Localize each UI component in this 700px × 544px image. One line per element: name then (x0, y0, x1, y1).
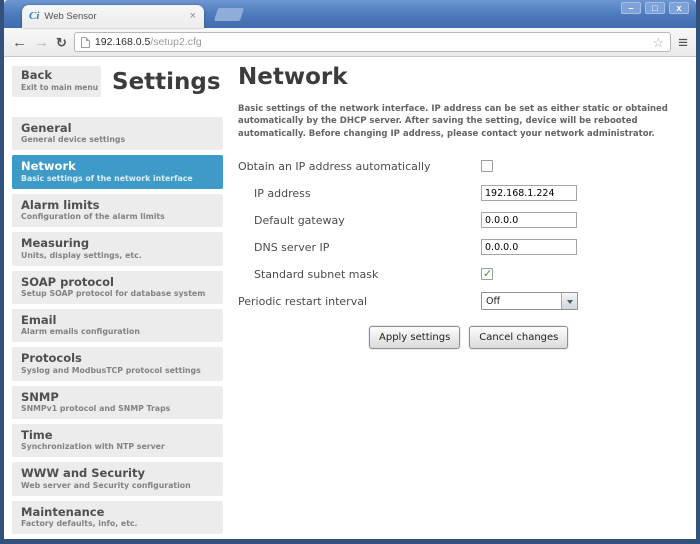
back-subtitle: Exit to main menu (21, 83, 92, 92)
url-text[interactable]: 192.168.0.5/setup2.cfg (95, 36, 202, 48)
sidebar-item-subtitle: Web server and Security configuration (21, 481, 214, 490)
sidebar-item-label: General (21, 121, 214, 135)
page-description: Basic settings of the network interface.… (238, 103, 700, 140)
sidebar-item-label: Alarm limits (21, 198, 214, 212)
url-host: 192.168.0.5 (95, 36, 150, 48)
sidebar-item-measuring[interactable]: Measuring Units, display settings, etc. (12, 232, 223, 265)
reload-icon[interactable]: ↻ (56, 36, 67, 49)
sidebar-item-subtitle: SNMPv1 protocol and SNMP Traps (21, 404, 214, 413)
sidebar-item-general[interactable]: General General device settings (12, 117, 223, 150)
sidebar-item-alarm-limits[interactable]: Alarm limits Configuration of the alarm … (12, 194, 223, 227)
sidebar-item-protocols[interactable]: Protocols Syslog and ModbusTCP protocol … (12, 347, 223, 380)
default-gateway-label: Default gateway (238, 214, 481, 227)
browser-tab[interactable]: Ci Web Sensor × (22, 5, 204, 28)
form-row-ip: IP address (238, 180, 700, 207)
apply-settings-button[interactable]: Apply settings (369, 326, 460, 349)
sidebar-item-time[interactable]: Time Synchronization with NTP server (12, 424, 223, 457)
dns-server-input[interactable] (481, 239, 577, 255)
default-gateway-input[interactable] (481, 212, 577, 228)
titlebar: Ci Web Sensor × – □ x (4, 0, 696, 28)
sidebar-item-subtitle: Setup SOAP protocol for database system (21, 289, 214, 298)
forward-icon: → (34, 35, 49, 50)
sidebar-item-network[interactable]: Network Basic settings of the network in… (12, 155, 223, 188)
cancel-changes-button[interactable]: Cancel changes (469, 326, 568, 349)
dhcp-checkbox[interactable] (481, 160, 493, 172)
form-row-dhcp: Obtain an IP address automatically (238, 153, 700, 180)
sidebar-item-label: Measuring (21, 236, 214, 250)
restart-interval-label: Periodic restart interval (238, 295, 481, 308)
settings-heading: Settings (112, 66, 221, 98)
tab-close-icon[interactable]: × (189, 11, 197, 22)
menu-icon[interactable]: ≡ (678, 34, 688, 51)
sidebar-item-label: Time (21, 428, 214, 442)
subnet-mask-checkbox[interactable] (481, 268, 493, 280)
browser-window: Ci Web Sensor × – □ x ← → ↻ 192.168.0.5/… (0, 0, 700, 544)
restart-interval-value: Off (482, 296, 561, 307)
sidebar-item-subtitle: Units, display settings, etc. (21, 251, 214, 260)
dhcp-label: Obtain an IP address automatically (238, 160, 481, 173)
sidebar-item-www-and-security[interactable]: WWW and Security Web server and Security… (12, 462, 223, 495)
form-buttons: Apply settings Cancel changes (369, 326, 700, 349)
sidebar-item-maintenance[interactable]: Maintenance Factory defaults, info, etc. (12, 501, 223, 534)
sidebar-item-label: Maintenance (21, 505, 214, 519)
browser-toolbar: ← → ↻ 192.168.0.5/setup2.cfg ☆ ≡ (4, 28, 696, 57)
network-settings-panel: Network Basic settings of the network in… (238, 66, 700, 538)
url-path: /setup2.cfg (150, 36, 201, 48)
form-row-restart: Periodic restart interval Off (238, 288, 700, 315)
sidebar-item-email[interactable]: Email Alarm emails configuration (12, 309, 223, 342)
sidebar-item-subtitle: Configuration of the alarm limits (21, 212, 214, 221)
sidebar-item-subtitle: General device settings (21, 135, 214, 144)
bookmark-star-icon[interactable]: ☆ (652, 36, 664, 49)
sidebar-item-label: Email (21, 313, 214, 327)
back-label: Back (21, 69, 92, 83)
dns-server-label: DNS server IP (238, 241, 481, 254)
form-row-subnet: Standard subnet mask (238, 261, 700, 288)
sidebar-item-snmp[interactable]: SNMP SNMPv1 protocol and SNMP Traps (12, 386, 223, 419)
sidebar-item-subtitle: Basic settings of the network interface (21, 174, 214, 183)
chevron-down-icon[interactable] (561, 293, 577, 309)
sidebar-header: Back Exit to main menu Settings (12, 66, 223, 106)
sidebar-item-label: Network (21, 159, 214, 173)
close-icon[interactable]: x (669, 2, 689, 14)
page-content: Back Exit to main menu Settings General … (4, 57, 696, 538)
new-tab-button[interactable] (214, 8, 244, 21)
page-icon (81, 37, 90, 48)
back-icon[interactable]: ← (12, 35, 27, 50)
restart-interval-select[interactable]: Off (481, 292, 578, 310)
back-button[interactable]: Back Exit to main menu (12, 66, 101, 97)
ip-address-input[interactable] (481, 185, 577, 201)
sidebar-item-label: WWW and Security (21, 466, 214, 480)
subnet-mask-label: Standard subnet mask (238, 268, 481, 281)
form-row-gateway: Default gateway (238, 207, 700, 234)
settings-sidebar: Back Exit to main menu Settings General … (12, 66, 223, 538)
form-row-dns: DNS server IP (238, 234, 700, 261)
page-title: Network (238, 64, 700, 90)
sidebar-item-label: Protocols (21, 351, 214, 365)
ip-address-label: IP address (238, 187, 481, 200)
sidebar-item-label: SNMP (21, 390, 214, 404)
site-favicon-icon: Ci (29, 11, 39, 22)
sidebar-item-subtitle: Alarm emails configuration (21, 327, 214, 336)
sidebar-item-label: SOAP protocol (21, 275, 214, 289)
window-controls: – □ x (621, 2, 689, 14)
minimize-icon[interactable]: – (621, 2, 641, 14)
sidebar-item-subtitle: Factory defaults, info, etc. (21, 519, 214, 528)
sidebar-item-soap-protocol[interactable]: SOAP protocol Setup SOAP protocol for da… (12, 271, 223, 304)
maximize-icon[interactable]: □ (645, 2, 665, 14)
tab-title: Web Sensor (44, 11, 183, 22)
sidebar-item-subtitle: Syslog and ModbusTCP protocol settings (21, 366, 214, 375)
sidebar-item-subtitle: Synchronization with NTP server (21, 442, 214, 451)
address-bar[interactable]: 192.168.0.5/setup2.cfg ☆ (74, 32, 671, 52)
